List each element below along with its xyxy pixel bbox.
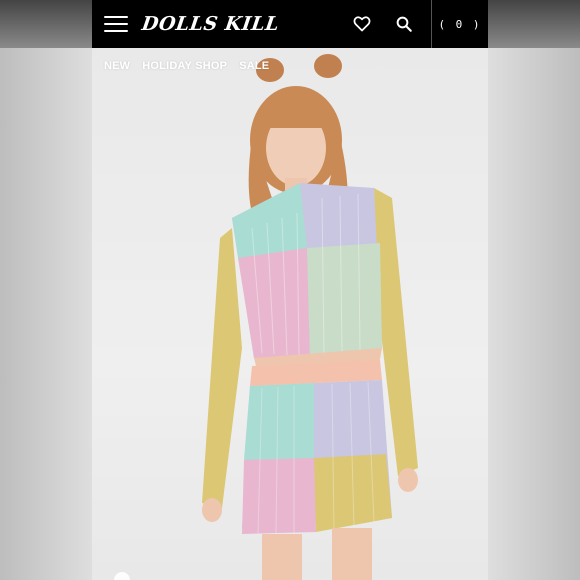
hamburger-menu-button[interactable]: [92, 0, 140, 48]
product-hero-image: [92, 48, 488, 580]
nav-item-new[interactable]: NEW: [104, 60, 130, 72]
screenshot-frame: DOLLS KILL ( 0 ) NEW HOLIDAY SHOP SALE: [0, 0, 580, 580]
search-button[interactable]: [383, 0, 425, 48]
search-icon: [396, 16, 412, 32]
nav-item-sale[interactable]: SALE: [239, 60, 269, 72]
nav-item-holiday-shop[interactable]: HOLIDAY SHOP: [142, 60, 227, 72]
model-illustration: [202, 54, 418, 580]
category-nav: NEW HOLIDAY SHOP SALE: [92, 48, 488, 84]
right-blur-header: [488, 0, 580, 48]
header-actions: ( 0 ): [341, 0, 488, 48]
heart-icon: [353, 16, 371, 32]
app-screen: DOLLS KILL ( 0 ) NEW HOLIDAY SHOP SALE: [92, 0, 488, 580]
right-blur-background: [488, 48, 580, 580]
wishlist-button[interactable]: [341, 0, 383, 48]
left-blur-header: [0, 0, 92, 48]
cart-button[interactable]: ( 0 ): [432, 0, 488, 48]
top-header-bar: DOLLS KILL ( 0 ): [92, 0, 488, 48]
left-blur-background: [0, 48, 92, 580]
hamburger-menu-icon: [104, 16, 128, 18]
brand-logo[interactable]: DOLLS KILL: [140, 13, 280, 35]
